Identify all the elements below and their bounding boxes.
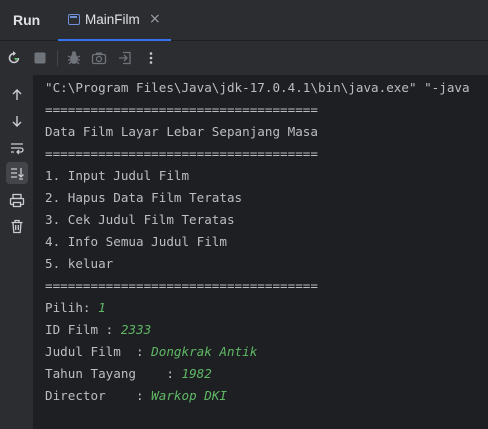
close-tab-icon[interactable]: × [149, 11, 161, 27]
print-icon[interactable] [6, 189, 28, 211]
console-line: ==================================== [45, 146, 318, 162]
console-text: ==================================== [45, 278, 318, 293]
console-text: 3. Cek Judul Film Teratas [45, 212, 235, 227]
console-text: Tahun Tayang : [45, 366, 182, 381]
rerun-icon[interactable] [5, 49, 23, 67]
console-output[interactable]: "C:\Program Files\Java\jdk-17.0.4.1\bin\… [33, 75, 488, 429]
exit-icon[interactable] [116, 49, 134, 67]
tab-mainfilm[interactable]: MainFilm × [58, 0, 171, 41]
stop-icon[interactable] [31, 49, 49, 67]
scroll-to-end-icon[interactable] [6, 162, 28, 184]
console-line: 5. keluar [45, 256, 113, 272]
console-text: 4. Info Semua Judul Film [45, 234, 227, 249]
console-line: Pilih: 1 [45, 300, 106, 316]
soft-wrap-icon[interactable] [6, 137, 28, 159]
toolbar-separator [57, 50, 58, 66]
console-text: 5. keluar [45, 256, 114, 271]
console-side-toolbar [0, 75, 33, 429]
console-user-input: 1 [98, 300, 106, 315]
console-line: ==================================== [45, 278, 318, 294]
console-text: ==================================== [45, 102, 318, 117]
console-text: 2. Hapus Data Film Teratas [45, 190, 243, 205]
arrow-down-icon[interactable] [6, 110, 28, 132]
trash-icon[interactable] [6, 215, 28, 237]
console-line: ID Film : 2333 [45, 322, 151, 338]
camera-icon[interactable] [90, 49, 108, 67]
console-line: Data Film Layar Lebar Sepanjang Masa [45, 124, 318, 140]
console-line: Judul Film : Dongkrak Antik [45, 344, 257, 360]
run-title: Run [13, 12, 41, 28]
tab-label: MainFilm [85, 12, 140, 27]
console-text: ID Film : [45, 322, 121, 337]
console-line: Tahun Tayang : 1982 [45, 366, 212, 382]
console-line: 2. Hapus Data Film Teratas [45, 190, 242, 206]
console-user-input: Dongkrak Antik [151, 344, 258, 359]
console-line: "C:\Program Files\Java\jdk-17.0.4.1\bin\… [45, 80, 470, 96]
more-icon[interactable] [142, 49, 160, 67]
console-user-input: 2333 [120, 322, 152, 337]
console-line: ==================================== [45, 102, 318, 118]
console-user-input: 1982 [181, 366, 212, 381]
console-line: 4. Info Semua Judul Film [45, 234, 227, 250]
arrow-up-icon[interactable] [6, 84, 28, 106]
console-text: Pilih: [45, 300, 99, 315]
console-text: Data Film Layar Lebar Sepanjang Masa [45, 124, 318, 139]
console-line: 1. Input Judul Film [45, 168, 189, 184]
console-text: "C:\Program Files\Java\jdk-17.0.4.1\bin\… [45, 80, 470, 95]
console-text: Judul Film : [45, 344, 152, 359]
console-text: ==================================== [45, 146, 318, 161]
console-user-input: Warkop DKI [151, 388, 227, 403]
run-config-icon [68, 14, 80, 25]
console-line: Director : Warkop DKI [45, 388, 227, 404]
run-toolbar [0, 41, 488, 75]
console-line: 3. Cek Judul Film Teratas [45, 212, 235, 228]
run-tool-window-header: Run MainFilm × [0, 0, 488, 41]
console-text: 1. Input Judul Film [45, 168, 190, 183]
console-text: Director : [45, 388, 152, 403]
debug-icon[interactable] [65, 49, 83, 67]
